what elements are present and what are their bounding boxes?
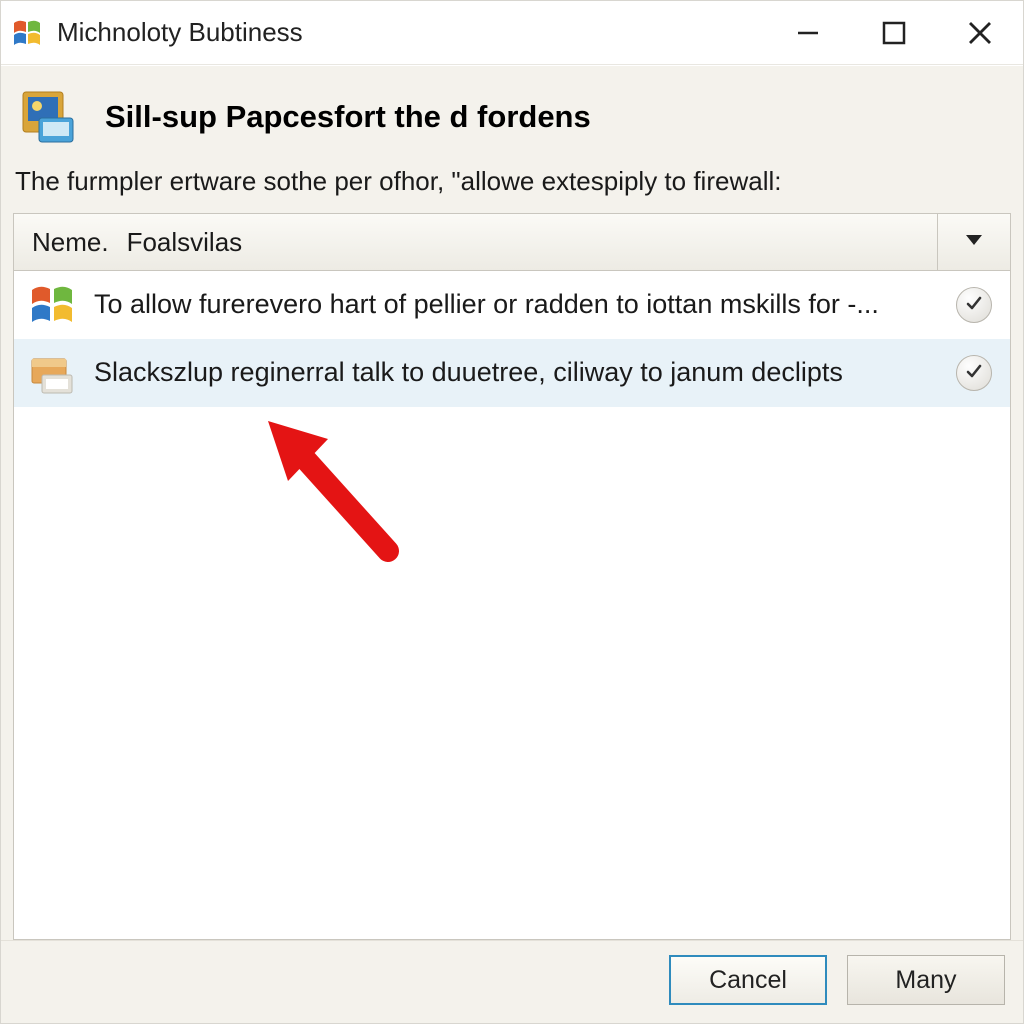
software-list: To allow furerevero hart of pellier or r… — [13, 271, 1011, 940]
button-label: Many — [895, 966, 956, 995]
filter-label: Neme. — [32, 227, 109, 258]
package-icon — [28, 349, 76, 397]
window-controls — [765, 1, 1023, 64]
chevron-down-icon — [964, 233, 984, 252]
window-title: Michnoloty Bubtiness — [57, 17, 765, 48]
cancel-button[interactable]: Cancel — [669, 955, 827, 1005]
list-item[interactable]: To allow furerevero hart of pellier or r… — [14, 271, 1010, 339]
check-icon — [965, 294, 983, 317]
page-header: Sill-sup Papcesfort the d fordens — [13, 84, 1011, 156]
windows-flag-icon — [28, 281, 76, 329]
maximize-button[interactable] — [851, 1, 937, 64]
dialog-content: Sill-sup Papcesfort the d fordens The fu… — [1, 65, 1023, 940]
instruction-text: The furmpler ertware sothe per ofhor, "a… — [13, 156, 1011, 213]
annotation-arrow-icon — [258, 411, 418, 571]
app-flag-icon — [11, 17, 43, 49]
check-badge[interactable] — [956, 287, 992, 323]
close-button[interactable] — [937, 1, 1023, 64]
security-shield-icon — [19, 88, 77, 146]
dialog-window: Michnoloty Bubtiness — [0, 0, 1024, 1024]
check-icon — [965, 362, 983, 385]
filter-field[interactable]: Neme. Foalsvilas — [14, 214, 938, 270]
list-item-text: Slackszlup reginerral talk to duuetree, … — [94, 356, 938, 390]
minimize-button[interactable] — [765, 1, 851, 64]
list-item-text: To allow furerevero hart of pellier or r… — [94, 288, 938, 322]
button-label: Cancel — [709, 966, 787, 995]
list-item[interactable]: Slackszlup reginerral talk to duuetree, … — [14, 339, 1010, 407]
many-button[interactable]: Many — [847, 955, 1005, 1005]
filter-dropdown-button[interactable] — [938, 214, 1010, 270]
filter-value: Foalsvilas — [127, 227, 243, 258]
title-bar: Michnoloty Bubtiness — [1, 1, 1023, 65]
dialog-footer: Cancel Many — [1, 940, 1023, 1023]
filter-bar: Neme. Foalsvilas — [13, 213, 1011, 271]
page-title: Sill-sup Papcesfort the d fordens — [105, 99, 591, 135]
check-badge[interactable] — [956, 355, 992, 391]
